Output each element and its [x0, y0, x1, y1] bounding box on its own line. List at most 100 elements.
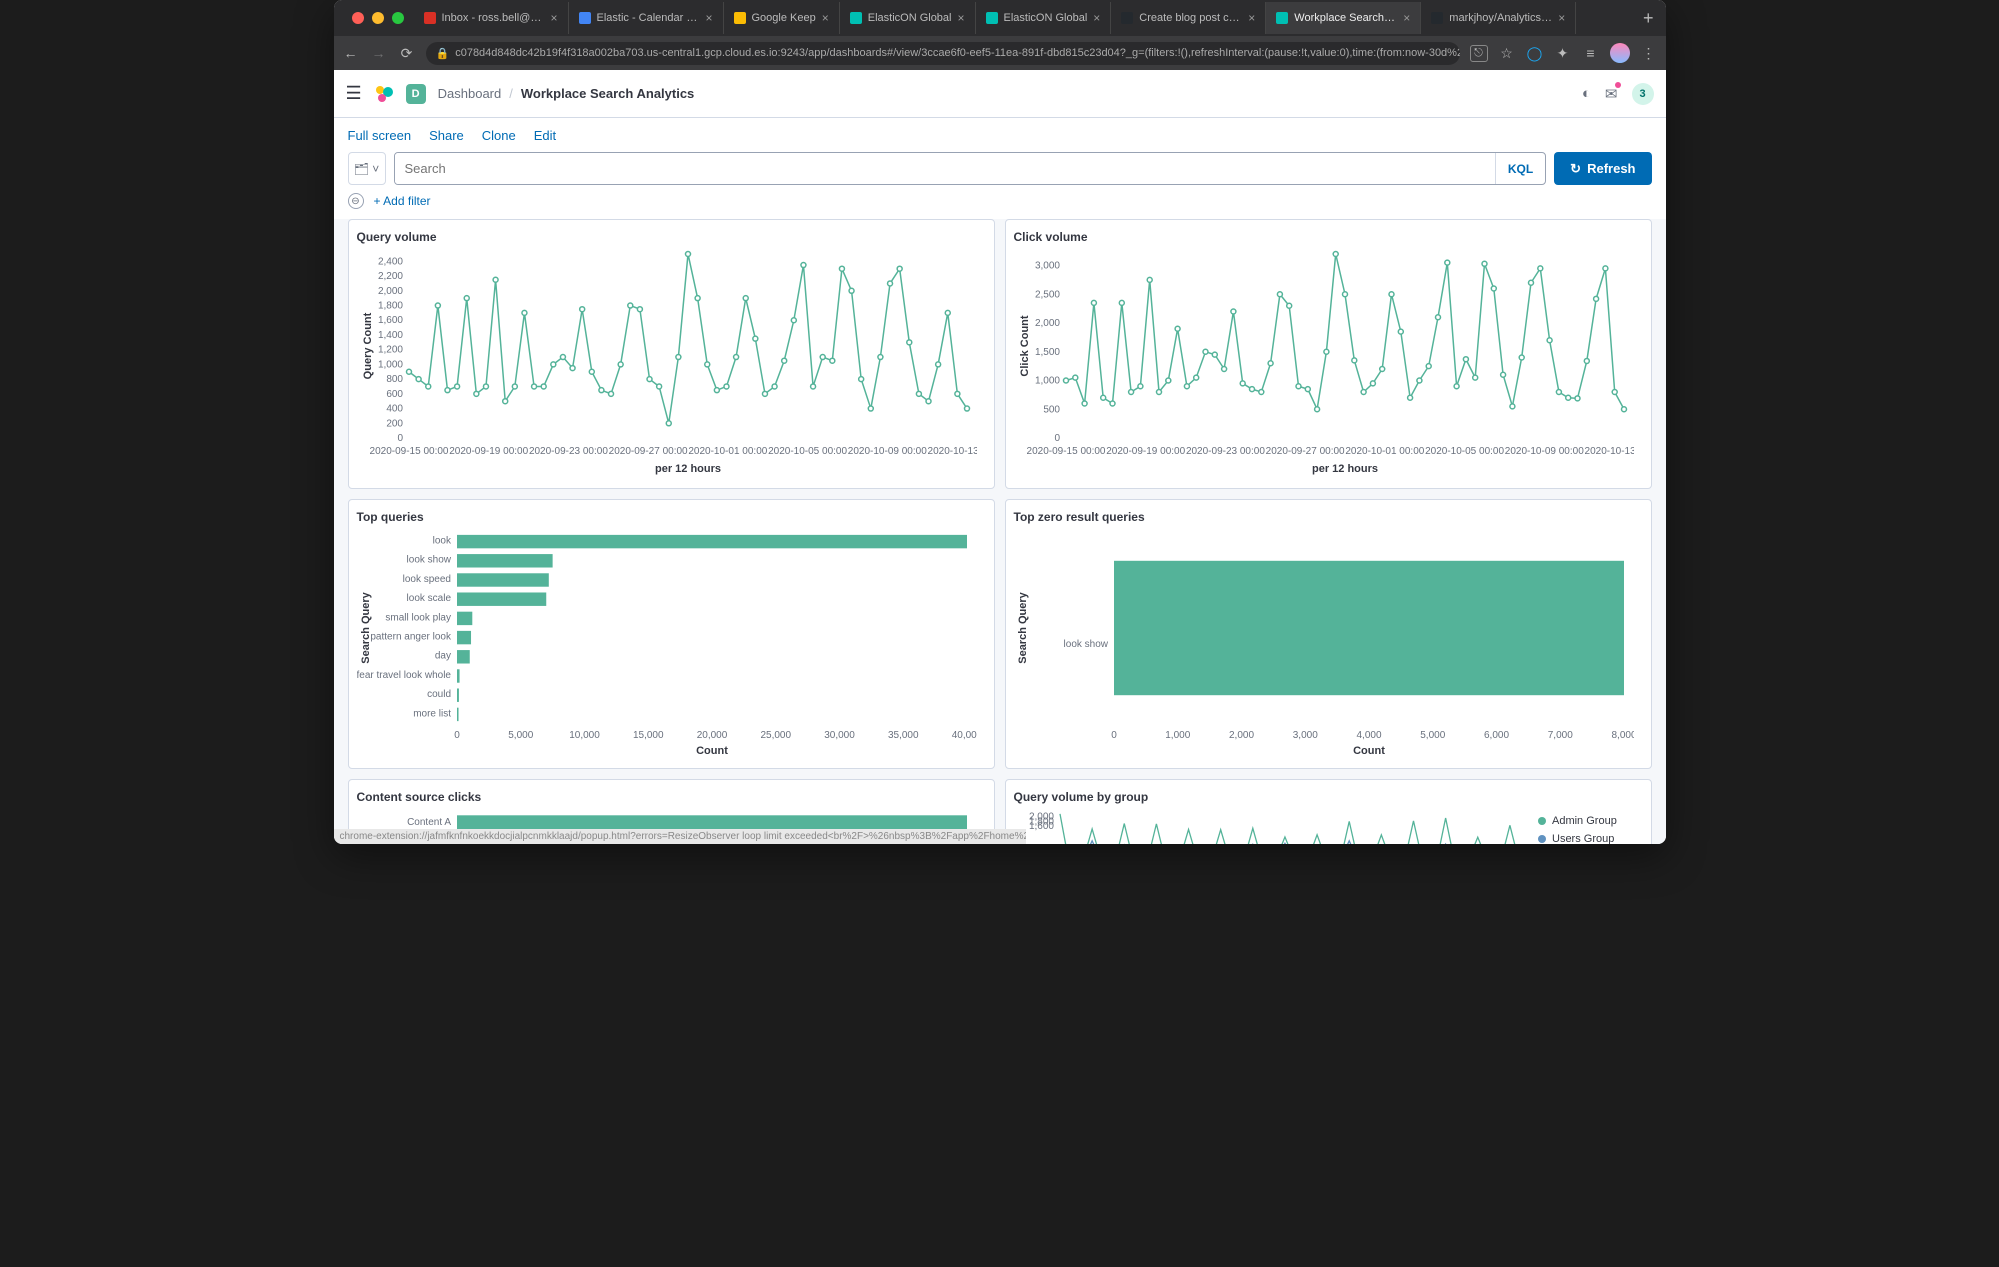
status-bar: chrome-extension://jafmfknfnkoekkdocjial… [334, 829, 1027, 844]
favicon-icon [986, 12, 998, 24]
svg-text:1,000: 1,000 [1165, 730, 1190, 741]
favicon-icon [424, 12, 436, 24]
close-tab-icon[interactable]: × [1093, 11, 1100, 25]
browser-tab-strip: Inbox - ross.bell@elastic.co -×Elastic -… [334, 0, 1666, 36]
browser-tab[interactable]: Google Keep× [724, 2, 840, 34]
svg-text:Search Query: Search Query [1017, 591, 1029, 663]
tab-title: Elastic - Calendar - Week of O [597, 12, 700, 24]
svg-text:Count: Count [696, 745, 728, 757]
ext2-icon[interactable]: ≡ [1582, 45, 1600, 61]
clone-link[interactable]: Clone [482, 128, 516, 143]
svg-text:2020-09-19 00:00: 2020-09-19 00:00 [1106, 446, 1185, 457]
browser-tab[interactable]: ElasticON Global × [840, 2, 976, 34]
elastic-logo-icon[interactable] [374, 84, 394, 104]
svg-text:4,000: 4,000 [1356, 730, 1381, 741]
svg-text:could: could [427, 689, 451, 700]
edit-link[interactable]: Edit [534, 128, 556, 143]
svg-text:Content A: Content A [407, 817, 451, 828]
svg-text:small look play: small look play [385, 612, 451, 623]
panel-title: Query volume by group [1014, 790, 1643, 804]
browser-tab[interactable]: Inbox - ross.bell@elastic.co - × [414, 2, 569, 34]
browser-tab[interactable]: Workplace Search Analytics - × [1266, 2, 1421, 34]
refresh-icon: ↻ [1570, 161, 1581, 177]
space-selector[interactable]: D [406, 84, 426, 104]
menu-icon[interactable]: ⋮ [1640, 45, 1658, 62]
kql-toggle[interactable]: KQL [1495, 153, 1545, 184]
filter-options-icon[interactable]: ⊖ [348, 193, 364, 209]
svg-text:500: 500 [1043, 404, 1060, 415]
svg-text:40,000: 40,000 [951, 730, 976, 741]
tab-title: ElasticON Global [868, 12, 952, 24]
panel-title: Content source clicks [357, 790, 986, 804]
tab-title: Workplace Search Analytics - [1294, 12, 1397, 24]
browser-tab[interactable]: Elastic - Calendar - Week of O × [569, 2, 724, 34]
close-tab-icon[interactable]: × [550, 11, 557, 25]
close-tab-icon[interactable]: × [1558, 11, 1565, 25]
svg-text:Click Count: Click Count [1019, 315, 1031, 376]
reload-button[interactable]: ⟳ [398, 45, 416, 62]
svg-text:2020-09-19 00:00: 2020-09-19 00:00 [449, 446, 528, 457]
panel-title: Click volume [1014, 230, 1643, 244]
extensions-icon[interactable]: ✦ [1554, 45, 1572, 62]
address-bar[interactable]: 🔒 c078d4d848dc42b19f4f318a002ba703.us-ce… [426, 42, 1460, 65]
svg-text:day: day [434, 651, 450, 662]
svg-text:2,000: 2,000 [1034, 318, 1059, 329]
tab-title: markjhoy/AnalyticsGenerator [1449, 12, 1552, 24]
svg-text:1,600: 1,600 [377, 315, 402, 326]
svg-text:per 12 hours: per 12 hours [654, 463, 720, 475]
add-filter-button[interactable]: + Add filter [374, 194, 431, 208]
browser-tab[interactable]: markjhoy/AnalyticsGenerator × [1421, 2, 1576, 34]
filter-bar: ⊖ + Add filter [334, 193, 1666, 219]
svg-text:5,000: 5,000 [508, 730, 533, 741]
close-tab-icon[interactable]: × [822, 11, 829, 25]
browser-tab[interactable]: ElasticON Global× [976, 2, 1112, 34]
search-input[interactable] [395, 153, 1495, 184]
favicon-icon [579, 12, 591, 24]
minimize-window-icon[interactable] [372, 12, 384, 24]
panel-top-zero: Top zero result queries look show01,0002… [1005, 499, 1652, 769]
saved-query-button[interactable]: 🗂 ˅ [348, 152, 386, 185]
svg-text:3,000: 3,000 [1034, 261, 1059, 272]
svg-text:Query Count: Query Count [362, 312, 374, 379]
back-button[interactable]: ← [342, 45, 360, 61]
browser-tab[interactable]: Create blog post content to ill × [1111, 2, 1266, 34]
dashboard-viewport[interactable]: Query volume 02004006008001,0001,2001,40… [334, 219, 1666, 844]
refresh-button[interactable]: ↻Refresh [1554, 152, 1651, 185]
svg-text:Users Group: Users Group [1552, 833, 1614, 844]
reader-icon[interactable]: ⎋ [1470, 45, 1488, 62]
zoom-window-icon[interactable] [392, 12, 404, 24]
svg-text:1,000: 1,000 [1034, 376, 1059, 387]
close-window-icon[interactable] [352, 12, 364, 24]
svg-text:30,000: 30,000 [824, 730, 855, 741]
svg-text:more list: more list [413, 708, 451, 719]
tab-title: Inbox - ross.bell@elastic.co - [442, 12, 545, 24]
profile-icon[interactable] [1610, 43, 1630, 63]
close-tab-icon[interactable]: × [705, 11, 712, 25]
share-link[interactable]: Share [429, 128, 464, 143]
tab-title: Create blog post content to ill [1139, 12, 1242, 24]
svg-text:10,000: 10,000 [569, 730, 600, 741]
svg-text:2020-09-27 00:00: 2020-09-27 00:00 [608, 446, 687, 457]
new-tab-button[interactable]: + [1631, 8, 1666, 29]
forward-button[interactable]: → [370, 45, 388, 61]
favicon-icon [1276, 12, 1288, 24]
fullscreen-link[interactable]: Full screen [348, 128, 412, 143]
bookmark-icon[interactable]: ☆ [1498, 45, 1516, 62]
panel-title: Top queries [357, 510, 986, 524]
crumb-dashboard[interactable]: Dashboard [438, 86, 502, 101]
svg-text:1,800: 1,800 [377, 301, 402, 312]
svg-text:2020-10-01 00:00: 2020-10-01 00:00 [688, 446, 767, 457]
close-tab-icon[interactable]: × [1403, 11, 1410, 25]
svg-text:Search Query: Search Query [360, 591, 372, 663]
nav-toggle-button[interactable]: ☰ [346, 83, 362, 104]
svg-text:per 12 hours: per 12 hours [1311, 463, 1377, 475]
svg-text:1,400: 1,400 [377, 330, 402, 341]
user-menu-button[interactable]: 3 [1632, 83, 1654, 105]
help-icon[interactable]: ◐ [1582, 85, 1591, 102]
svg-text:20,000: 20,000 [696, 730, 727, 741]
close-tab-icon[interactable]: × [1248, 11, 1255, 25]
svg-text:look scale: look scale [406, 593, 451, 604]
ext1-icon[interactable]: ◯ [1526, 45, 1544, 62]
newsfeed-icon[interactable]: ✉ [1605, 85, 1618, 103]
close-tab-icon[interactable]: × [958, 11, 965, 25]
